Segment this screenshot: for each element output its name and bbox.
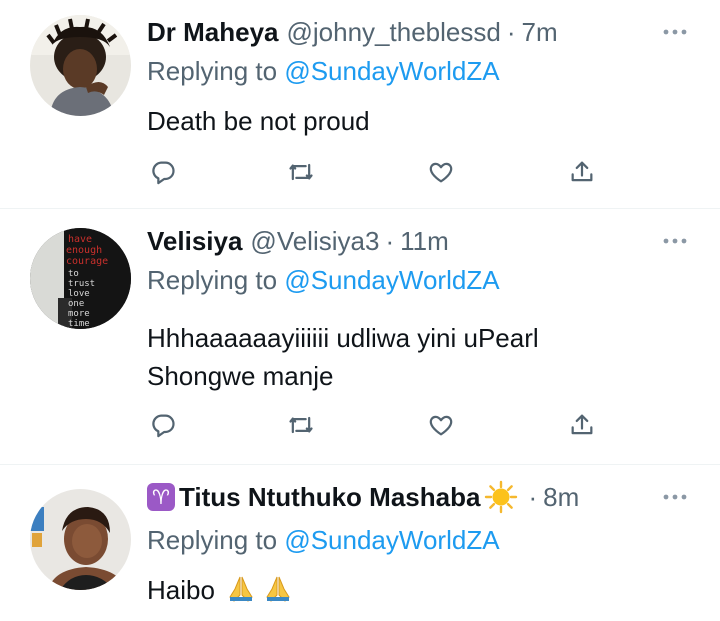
tweet-text-line: Shongwe manje: [147, 361, 334, 391]
retweet-button[interactable]: [281, 152, 321, 192]
avatar-poster-line: trust: [68, 279, 95, 289]
retweet-icon: [289, 416, 313, 434]
display-name[interactable]: Dr Maheya: [147, 17, 279, 48]
share-button[interactable]: [562, 152, 602, 192]
avatar-poster-line: love: [68, 289, 90, 299]
reply-timeline: Dr Maheya @johny_theblessd · 7m Replying…: [0, 0, 720, 621]
avatar[interactable]: [30, 15, 131, 116]
folded-hands-emoji: [263, 573, 293, 603]
tweet-header: ♈ Titus Ntuthuko Mashaba · 8m: [147, 477, 650, 517]
mention-link[interactable]: @SundayWorldZA: [284, 56, 499, 86]
like-icon: [429, 162, 453, 183]
tweet-header: Dr Maheya @johny_theblessd · 7m: [147, 12, 650, 52]
timestamp[interactable]: 7m: [521, 17, 557, 48]
tweet[interactable]: Dr Maheya @johny_theblessd · 7m Replying…: [0, 0, 720, 208]
tweet-text-line: Haibo: [147, 575, 215, 605]
like-button[interactable]: [421, 152, 461, 192]
replying-to: Replying to @SundayWorldZA: [147, 525, 500, 556]
more-options-button[interactable]: [660, 482, 690, 512]
replying-to-label: Replying to: [147, 265, 278, 295]
reply-button[interactable]: [143, 152, 183, 192]
replying-to-label: Replying to: [147, 525, 278, 555]
share-button[interactable]: [562, 405, 602, 445]
avatar-poster-line: one: [68, 299, 84, 309]
like-button[interactable]: [421, 405, 461, 445]
like-icon: [429, 415, 453, 436]
separator-dot: ·: [528, 481, 538, 512]
share-icon: [571, 161, 593, 182]
user-handle[interactable]: @Velisiya3: [250, 226, 379, 257]
avatar-poster-line: more: [68, 309, 90, 319]
replying-to: Replying to @SundayWorldZA: [147, 56, 500, 87]
tweet-text-line: Hhhaaaaaayiiiiii udliwa yini uPearl: [147, 323, 539, 353]
tweet[interactable]: have enough courage to trust love one mo…: [0, 209, 720, 464]
tweet-header: Velisiya @Velisiya3 · 11m: [147, 221, 650, 261]
more-options-button[interactable]: [660, 17, 690, 47]
separator-dot: ·: [506, 16, 516, 47]
separator-dot: ·: [385, 225, 395, 256]
retweet-icon: [289, 163, 313, 181]
mention-link[interactable]: @SundayWorldZA: [284, 265, 499, 295]
tweet-text: Death be not proud: [147, 102, 660, 140]
avatar[interactable]: [30, 489, 131, 590]
retweet-button[interactable]: [281, 405, 321, 445]
reply-button[interactable]: [143, 405, 183, 445]
more-horizontal-icon: [663, 29, 687, 35]
display-name[interactable]: Titus Ntuthuko Mashaba: [179, 482, 480, 513]
replying-to-label: Replying to: [147, 56, 278, 86]
replying-to: Replying to @SundayWorldZA: [147, 265, 500, 296]
more-options-button[interactable]: [660, 226, 690, 256]
tweet-actions: [147, 152, 617, 192]
avatar-poster-line: time: [68, 319, 90, 329]
mention-link[interactable]: @SundayWorldZA: [284, 525, 499, 555]
avatar-poster-line: to: [68, 269, 79, 279]
user-handle[interactable]: @johny_theblessd: [287, 17, 501, 48]
tweet-actions: [147, 405, 617, 445]
avatar-poster-line: have: [68, 234, 92, 245]
tweet[interactable]: ♈ Titus Ntuthuko Mashaba · 8m Replying t…: [0, 465, 720, 621]
aries-zodiac-badge: ♈: [147, 483, 175, 511]
timestamp[interactable]: 8m: [543, 482, 579, 513]
reply-icon: [152, 414, 175, 438]
timestamp[interactable]: 11m: [400, 226, 449, 257]
more-horizontal-icon: [663, 238, 687, 244]
tweet-text: Hhhaaaaaayiiiiii udliwa yini uPearl Shon…: [147, 319, 660, 395]
sun-emoji: [484, 480, 518, 514]
tweet-text-line: Death be not proud: [147, 106, 370, 136]
display-name[interactable]: Velisiya: [147, 226, 242, 257]
more-horizontal-icon: [663, 494, 687, 500]
share-icon: [571, 414, 593, 435]
folded-hands-emoji: [226, 573, 256, 603]
avatar-poster-line: courage: [66, 256, 108, 267]
reply-icon: [152, 161, 175, 185]
avatar-poster-line: enough: [66, 245, 102, 256]
avatar[interactable]: have enough courage to trust love one mo…: [30, 228, 131, 329]
tweet-text: Haibo: [147, 571, 660, 609]
